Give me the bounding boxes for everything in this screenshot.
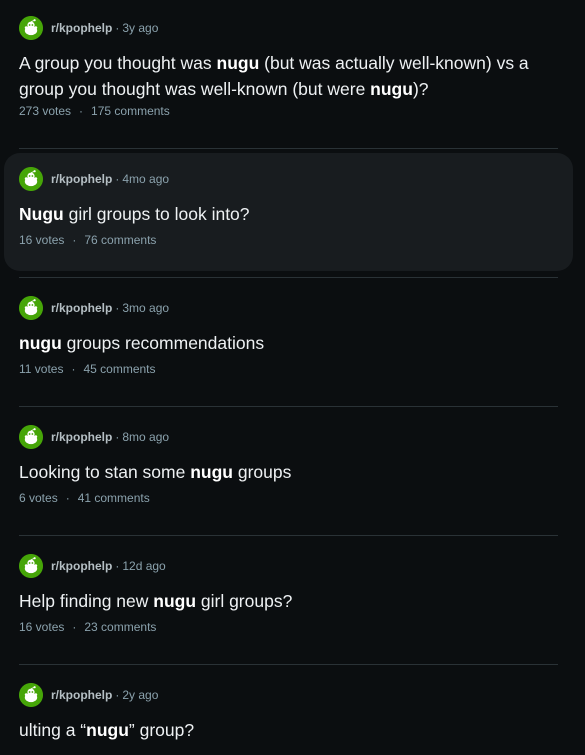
search-result-post[interactable]: r/kpophelp · 2y ago ulting a “nugu” group? — [4, 669, 573, 755]
separator-dot: · — [115, 301, 120, 315]
post-title[interactable]: Help finding new nugu girl groups? — [19, 588, 559, 614]
subreddit-link[interactable]: r/kpophelp — [51, 430, 112, 444]
vote-count: 16 votes — [19, 620, 65, 634]
search-result-post[interactable]: r/kpophelp · 4mo ago Nugu girl groups to lo… — [4, 153, 573, 271]
highlighted-search-term: Nugu — [19, 204, 64, 224]
comment-count[interactable]: 175 comments — [91, 104, 170, 118]
comment-count[interactable]: 41 comments — [78, 491, 150, 505]
title-text: A group you thought was — [19, 53, 217, 73]
post-stats: 6 votes · 41 comments — [19, 491, 150, 505]
post-age: 8mo ago — [122, 430, 170, 444]
separator-dot: · — [115, 21, 120, 35]
post-header: r/kpophelp · 2y ago — [19, 683, 158, 707]
title-text: groups — [232, 462, 292, 482]
subreddit-snoo-icon[interactable] — [19, 296, 43, 320]
post-age: 4mo ago — [122, 172, 170, 186]
post-age: 2y ago — [122, 688, 159, 702]
post-stats: 273 votes · 175 comments — [19, 104, 170, 118]
title-text: Looking to stan some — [19, 462, 191, 482]
separator-dot: · — [72, 620, 77, 634]
search-result-post[interactable]: r/kpophelp · 3mo ago nugu groups recommenda… — [4, 282, 573, 400]
vote-count: 11 votes — [19, 362, 64, 376]
title-text: groups recommendations — [61, 333, 265, 353]
separator-dot: · — [115, 688, 120, 702]
highlighted-search-term: nugu — [153, 591, 197, 611]
separator-dot: · — [65, 491, 70, 505]
post-title[interactable]: nugu groups recommendations — [19, 330, 559, 356]
title-text: girl groups to look into? — [63, 204, 250, 224]
separator-dot: · — [71, 362, 76, 376]
post-title[interactable]: A group you thought was nugu (but was ac… — [19, 50, 559, 102]
subreddit-link[interactable]: r/kpophelp — [51, 172, 112, 186]
subreddit-link[interactable]: r/kpophelp — [51, 559, 112, 573]
highlighted-search-term: nugu — [86, 720, 129, 740]
post-stats: 11 votes · 45 comments — [19, 362, 156, 376]
highlighted-search-term: nugu — [190, 462, 233, 482]
subreddit-snoo-icon[interactable] — [19, 683, 43, 707]
post-header: r/kpophelp · 3mo ago — [19, 296, 169, 320]
post-divider — [19, 148, 558, 149]
title-text: ” group? — [128, 720, 195, 740]
post-divider — [19, 277, 558, 278]
post-stats: 16 votes · 23 comments — [19, 620, 156, 634]
post-age: 3mo ago — [122, 301, 170, 315]
title-text: ulting a “ — [19, 720, 87, 740]
comment-count[interactable]: 23 comments — [84, 620, 156, 634]
post-header: r/kpophelp · 12d ago — [19, 554, 166, 578]
post-stats: 16 votes · 76 comments — [19, 233, 156, 247]
post-divider — [19, 664, 558, 665]
search-result-post[interactable]: r/kpophelp · 8mo ago Looking to stan some n… — [4, 411, 573, 529]
comment-count[interactable]: 45 comments — [83, 362, 155, 376]
post-age: 12d ago — [122, 559, 166, 573]
subreddit-snoo-icon[interactable] — [19, 554, 43, 578]
title-text: Help finding new — [19, 591, 154, 611]
post-title[interactable]: Looking to stan some nugu groups — [19, 459, 559, 485]
highlighted-search-term: nugu — [216, 53, 260, 73]
post-divider — [19, 535, 558, 536]
search-result-post[interactable]: r/kpophelp · 3y ago A group you thought was… — [4, 2, 573, 120]
separator-dot: · — [115, 172, 120, 186]
subreddit-snoo-icon[interactable] — [19, 425, 43, 449]
post-header: r/kpophelp · 8mo ago — [19, 425, 169, 449]
subreddit-snoo-icon[interactable] — [19, 16, 43, 40]
post-header: r/kpophelp · 3y ago — [19, 16, 158, 40]
vote-count: 16 votes — [19, 233, 65, 247]
vote-count: 6 votes — [19, 491, 58, 505]
subreddit-link[interactable]: r/kpophelp — [51, 21, 112, 35]
separator-dot: · — [79, 104, 84, 118]
subreddit-link[interactable]: r/kpophelp — [51, 688, 112, 702]
separator-dot: · — [115, 559, 120, 573]
subreddit-snoo-icon[interactable] — [19, 167, 43, 191]
subreddit-link[interactable]: r/kpophelp — [51, 301, 112, 315]
comment-count[interactable]: 76 comments — [84, 233, 156, 247]
highlighted-search-term: nugu — [370, 79, 413, 99]
title-text: girl groups? — [196, 591, 293, 611]
title-text: )? — [412, 79, 429, 99]
vote-count: 273 votes — [19, 104, 72, 118]
highlighted-search-term: nugu — [19, 333, 62, 353]
search-result-post[interactable]: r/kpophelp · 12d ago Help finding new nugu … — [4, 540, 573, 658]
separator-dot: · — [72, 233, 77, 247]
separator-dot: · — [115, 430, 120, 444]
post-divider — [19, 406, 558, 407]
post-title[interactable]: ulting a “nugu” group? — [19, 717, 559, 743]
post-age: 3y ago — [122, 21, 159, 35]
post-title[interactable]: Nugu girl groups to look into? — [19, 201, 559, 227]
post-header: r/kpophelp · 4mo ago — [19, 167, 169, 191]
